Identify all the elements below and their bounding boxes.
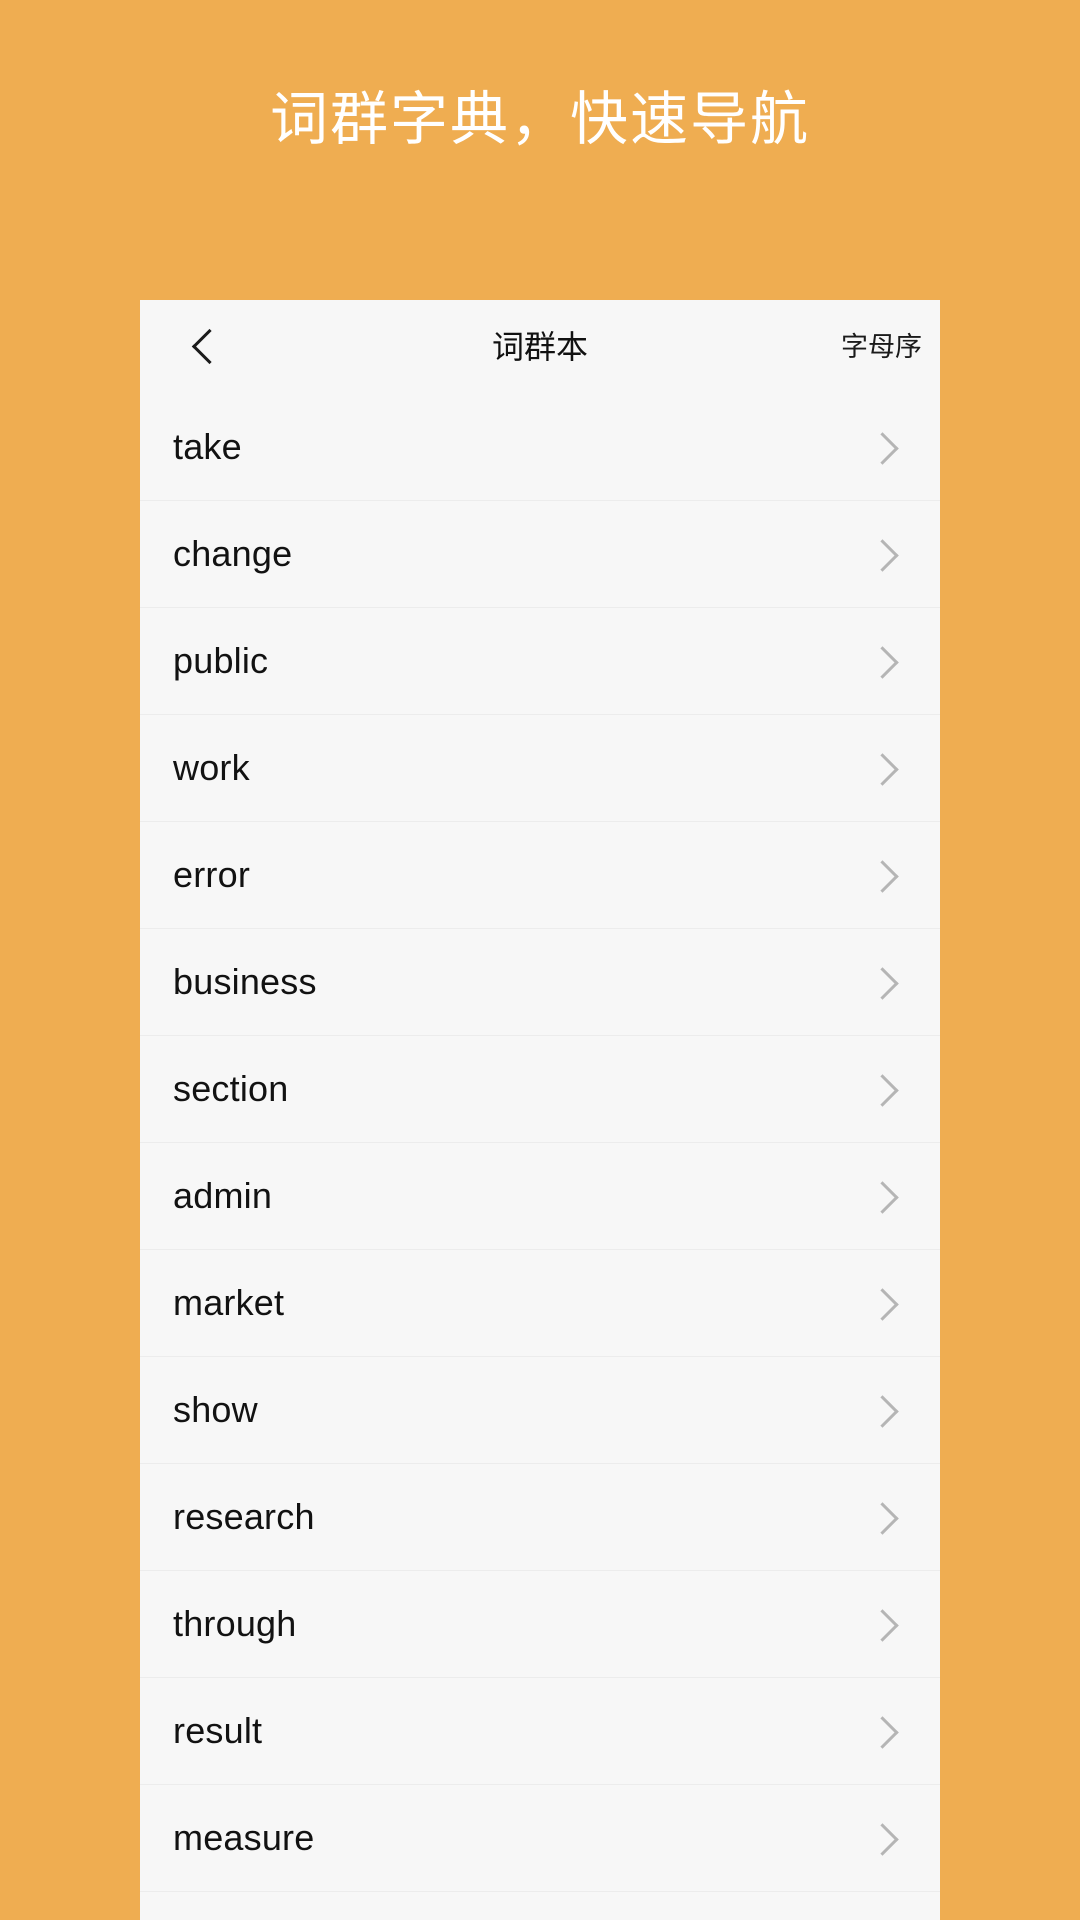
list-item-label: change	[173, 533, 293, 574]
chevron-right-icon	[866, 1074, 899, 1107]
list-item-label: work	[173, 747, 250, 788]
chevron-right-icon	[866, 753, 899, 786]
chevron-right-icon	[866, 539, 899, 572]
list-item-label: measure	[173, 1817, 315, 1858]
navigation-bar: 词群本 字母序	[140, 300, 940, 394]
chevron-right-icon	[866, 1288, 899, 1321]
sort-alphabetical-button[interactable]: 字母序	[841, 300, 922, 394]
list-item-label: market	[173, 1282, 285, 1323]
list-item[interactable]: error	[140, 822, 940, 929]
chevron-right-icon	[866, 1716, 899, 1749]
chevron-right-icon	[866, 1609, 899, 1642]
chevron-right-icon	[866, 967, 899, 1000]
list-item-label: business	[173, 961, 317, 1002]
word-group-list: take change public work error business s…	[140, 394, 940, 1892]
list-item[interactable]: public	[140, 608, 940, 715]
list-item[interactable]: take	[140, 394, 940, 501]
promo-screen: 词群字典，快速导航 词群本 字母序 take change public wor…	[0, 0, 1080, 1920]
list-item-label: research	[173, 1496, 315, 1537]
list-item[interactable]: market	[140, 1250, 940, 1357]
list-item[interactable]: work	[140, 715, 940, 822]
list-item[interactable]: section	[140, 1036, 940, 1143]
list-item[interactable]: change	[140, 501, 940, 608]
list-item-label: through	[173, 1603, 297, 1644]
list-item[interactable]: result	[140, 1678, 940, 1785]
list-item-label: admin	[173, 1175, 273, 1216]
chevron-right-icon	[866, 1823, 899, 1856]
chevron-right-icon	[866, 1502, 899, 1535]
list-item-label: result	[173, 1710, 263, 1751]
list-item[interactable]: research	[140, 1464, 940, 1571]
list-item[interactable]: through	[140, 1571, 940, 1678]
list-item-label: error	[173, 854, 251, 895]
chevron-right-icon	[866, 1181, 899, 1214]
list-item[interactable]: show	[140, 1357, 940, 1464]
list-item[interactable]: admin	[140, 1143, 940, 1250]
list-item-label: section	[173, 1068, 289, 1109]
chevron-right-icon	[866, 432, 899, 465]
list-item-label: take	[173, 426, 242, 467]
promo-headline: 词群字典，快速导航	[269, 87, 810, 152]
list-item[interactable]: business	[140, 929, 940, 1036]
list-item[interactable]: measure	[140, 1785, 940, 1892]
chevron-right-icon	[866, 1395, 899, 1428]
list-item-label: public	[173, 640, 269, 681]
list-item-label: show	[173, 1389, 258, 1430]
phone-screenshot-card: 词群本 字母序 take change public work error bu…	[140, 300, 940, 1920]
chevron-right-icon	[866, 860, 899, 893]
chevron-right-icon	[866, 646, 899, 679]
page-title: 词群本	[491, 329, 588, 365]
